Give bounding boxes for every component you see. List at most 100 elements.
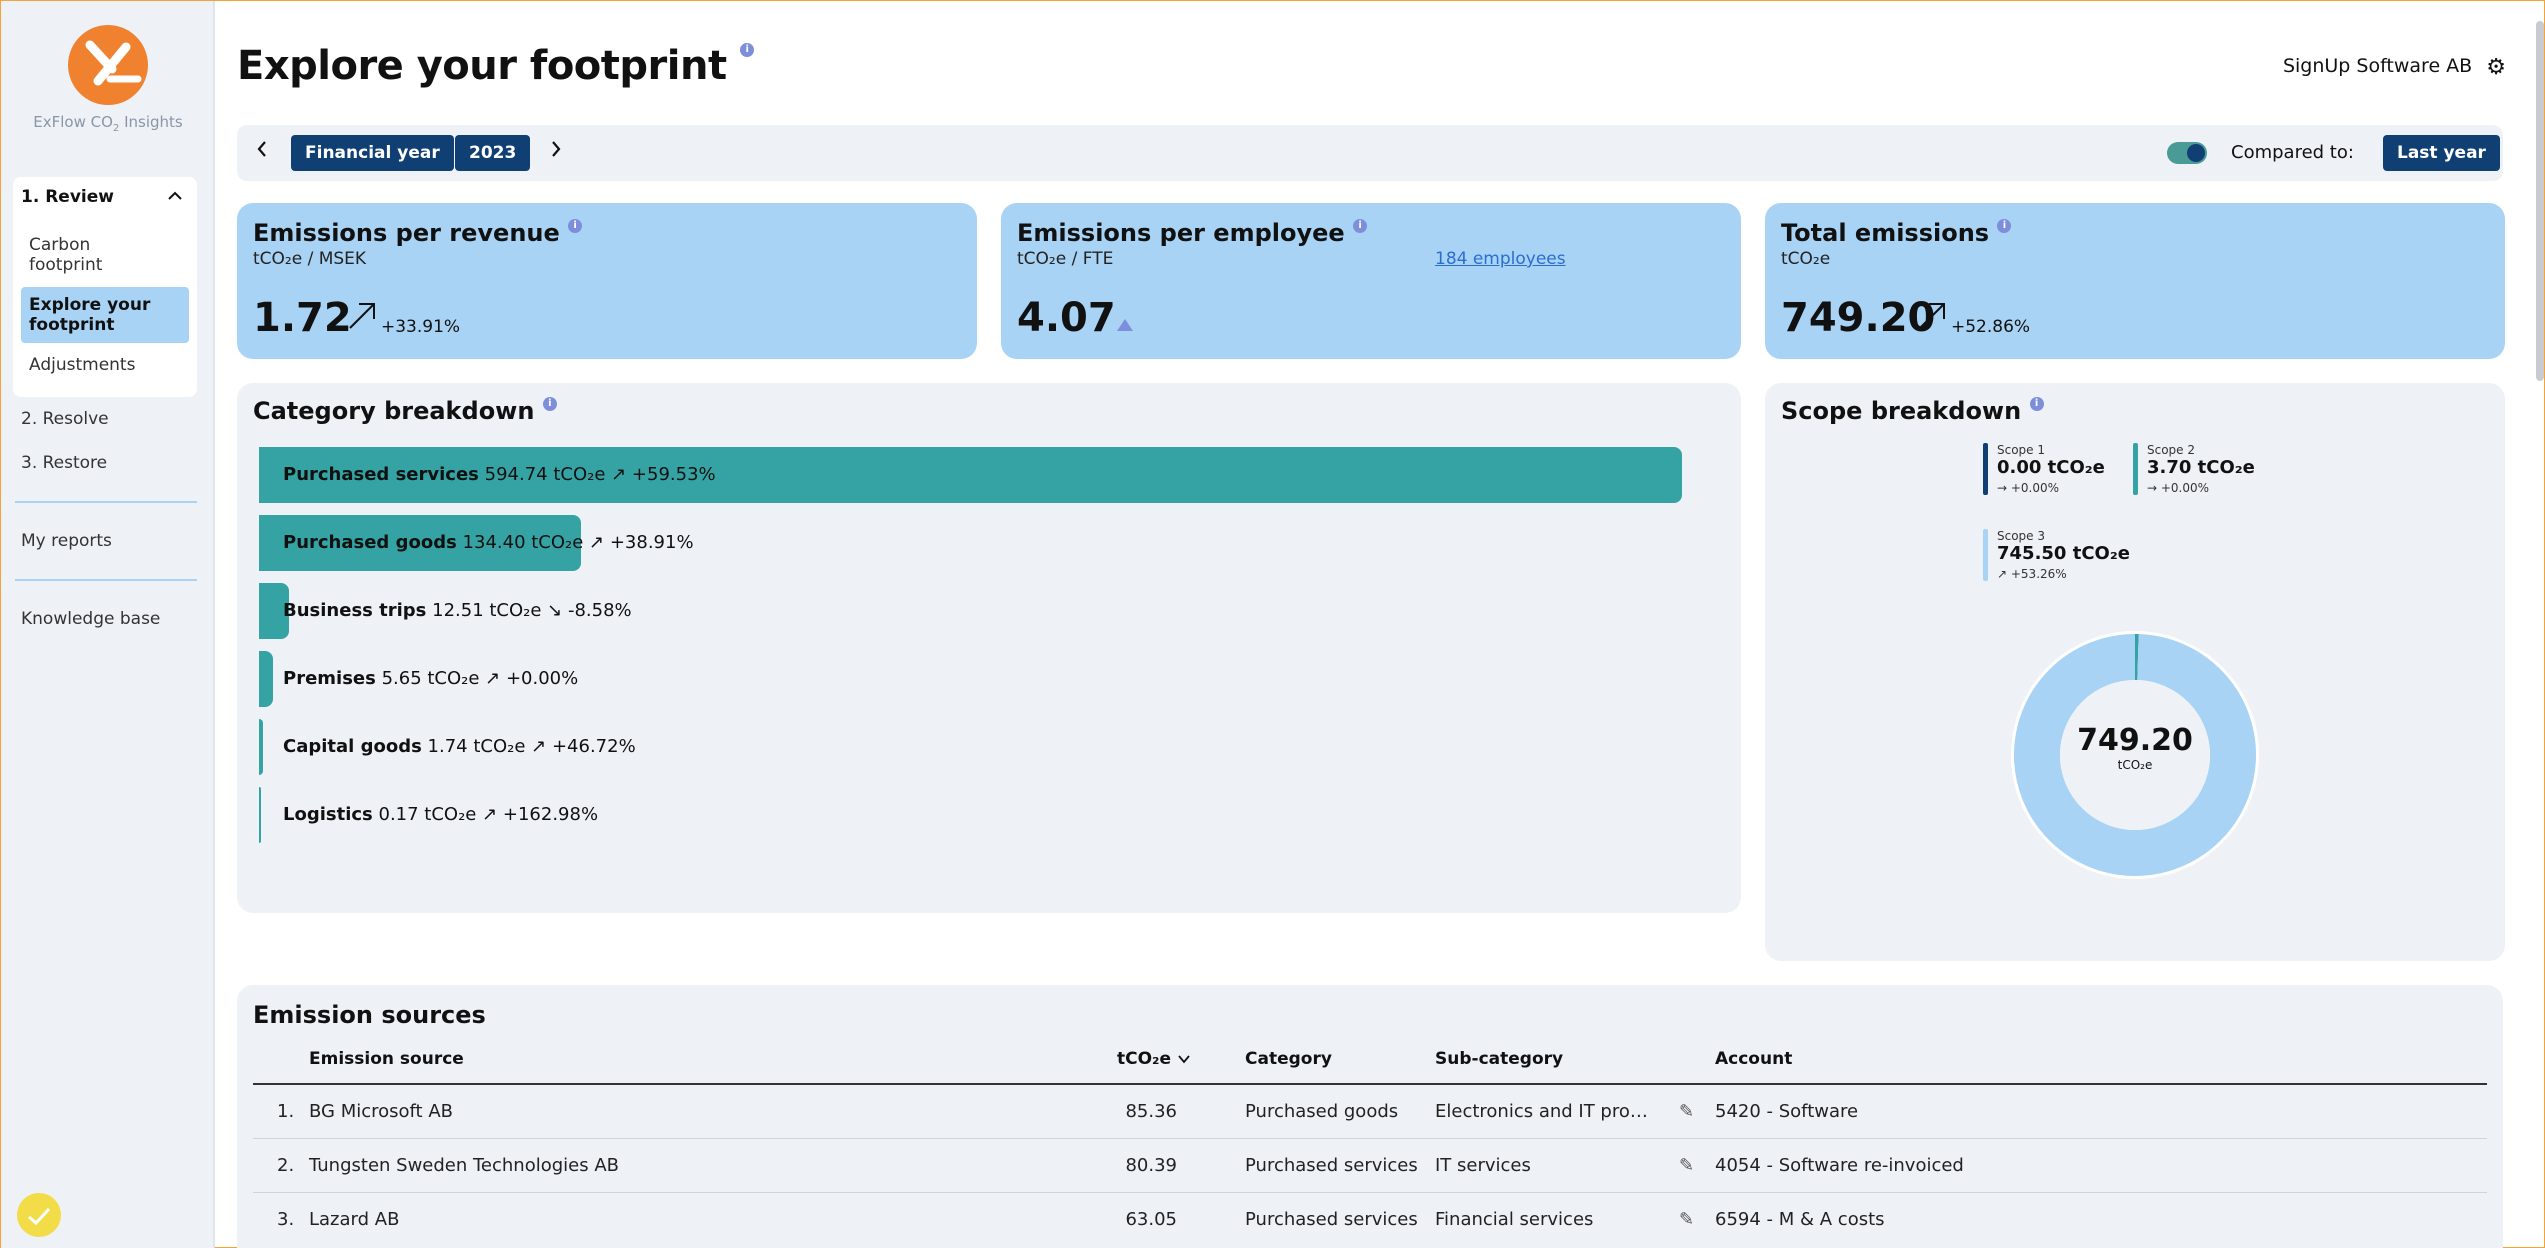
info-icon[interactable]: i (568, 219, 583, 233)
row-number: 1. (277, 1101, 295, 1122)
edit-pencil-icon[interactable]: ✎ (1679, 1155, 1694, 1176)
cell-account: 4054 - Software re-invoiced (1715, 1155, 1964, 1176)
kpi-change: +33.91% (381, 317, 461, 337)
employees-link[interactable]: 184 employees (1435, 249, 1566, 269)
kpi-change: +52.86% (1951, 317, 2031, 337)
edit-pencil-icon[interactable]: ✎ (1679, 1101, 1694, 1122)
cell-value: 85.36 (1125, 1101, 1177, 1122)
category-bar-row[interactable]: Business trips 12.51 tCO₂e ↘ -8.58% (259, 583, 1695, 639)
cell-category: Purchased services (1245, 1209, 1418, 1230)
category-bar-label: Premises 5.65 tCO₂e ↗ +0.00% (283, 668, 579, 689)
kpi-value: 4.07 (1017, 295, 1116, 341)
kpi-value: 1.72 (253, 295, 352, 341)
scope-breakdown-panel: Scope breakdown i Scope 1 0.00 tCO₂e → +0.… (1765, 383, 2505, 961)
category-bar-row[interactable]: Premises 5.65 tCO₂e ↗ +0.00% (259, 651, 1695, 707)
column-header-category[interactable]: Category (1245, 1049, 1332, 1069)
cell-subcategory: IT services (1435, 1155, 1531, 1176)
donut-center-total: 749.20 tCO₂e (2035, 723, 2235, 772)
cell-account: 6594 - M & A costs (1715, 1209, 1885, 1230)
company-name: SignUp Software AB (2282, 55, 2473, 77)
nav-item-carbon-footprint[interactable]: Carbon footprint (29, 235, 149, 275)
category-bar-row[interactable]: Logistics 0.17 tCO₂e ↗ +162.98% (259, 787, 1695, 843)
gear-icon[interactable]: ⚙ (2486, 55, 2506, 80)
category-bar-label: Purchased services 594.74 tCO₂e ↗ +59.53… (283, 464, 716, 485)
column-header-account[interactable]: Account (1715, 1049, 1792, 1069)
kpi-title: Emissions per revenue (253, 219, 560, 247)
row-number: 3. (277, 1209, 295, 1230)
trend-up-icon (347, 299, 379, 340)
row-number: 2. (277, 1155, 295, 1176)
category-bar[interactable] (259, 719, 264, 775)
nav-review-header[interactable]: 1. Review (21, 187, 114, 207)
kpi-title: Total emissions (1781, 219, 1990, 247)
company-selector[interactable]: SignUp Software AB ⚙ (2283, 55, 2506, 80)
column-header-tco2e[interactable]: tCO₂e (1117, 1049, 1191, 1069)
period-filter-bar: Financial year 2023 Compared to: Last ye… (237, 125, 2503, 181)
category-bar-row[interactable]: Purchased goods 134.40 tCO₂e ↗ +38.91% (259, 515, 1695, 571)
nav-item-my-reports[interactable]: My reports (21, 531, 112, 551)
category-bar-label: Capital goods 1.74 tCO₂e ↗ +46.72% (283, 736, 636, 757)
category-bar-label: Purchased goods 134.40 tCO₂e ↗ +38.91% (283, 532, 694, 553)
category-bar-label: Business trips 12.51 tCO₂e ↘ -8.58% (283, 600, 632, 621)
app-name: ExFlow CO2 Insights (33, 113, 183, 134)
kpi-emissions-per-employee: Emissions per employee i tCO₂e / FTE 184… (1001, 203, 1741, 359)
table-title: Emission sources (253, 1001, 486, 1029)
category-breakdown-panel: Category breakdown i Purchased services … (237, 383, 1741, 1248)
kpi-total-emissions: Total emissions i tCO₂e 749.20 +52.86% (1765, 203, 2505, 359)
table-header-divider (253, 1083, 2487, 1085)
category-bar-row[interactable]: Capital goods 1.74 tCO₂e ↗ +46.72% (259, 719, 1695, 775)
sidebar-divider (15, 501, 197, 503)
category-bar-label: Logistics 0.17 tCO₂e ↗ +162.98% (283, 804, 599, 825)
row-divider (253, 1192, 2487, 1193)
cell-category: Purchased goods (1245, 1101, 1399, 1122)
kpi-title: Emissions per employee (1017, 219, 1345, 247)
page-title: Explore your footprint i (237, 43, 755, 89)
category-bar[interactable] (259, 787, 261, 843)
info-icon[interactable]: i (542, 397, 557, 411)
sort-chevron-down-icon[interactable] (1177, 1049, 1191, 1069)
kpi-unit: tCO₂e (1781, 249, 1831, 269)
kpi-emissions-per-revenue: Emissions per revenue i tCO₂e / MSEK 1.7… (237, 203, 977, 359)
info-icon[interactable]: i (740, 43, 755, 57)
donut-total-unit: tCO₂e (2117, 758, 2153, 772)
exflow-logo-icon (68, 25, 148, 105)
info-icon[interactable]: i (2029, 397, 2044, 411)
chevron-left-icon[interactable] (255, 139, 269, 165)
year-button[interactable]: 2023 (455, 135, 531, 171)
category-bar[interactable] (259, 651, 273, 707)
scrollbar[interactable] (2536, 21, 2544, 381)
cell-subcategory: Financial services (1435, 1209, 1594, 1230)
info-icon[interactable]: i (1353, 219, 1368, 233)
assistant-icon[interactable] (17, 1193, 61, 1237)
chevron-right-icon[interactable] (549, 139, 563, 165)
compare-toggle[interactable] (2167, 142, 2207, 164)
nav-item-knowledge-base[interactable]: Knowledge base (21, 609, 160, 629)
cell-value: 63.05 (1125, 1209, 1177, 1230)
cell-account: 5420 - Software (1715, 1101, 1859, 1122)
nav-item-explore-footprint[interactable]: Explore your footprint (21, 287, 189, 343)
row-divider (253, 1138, 2487, 1139)
cell-source: Lazard AB (309, 1209, 400, 1230)
period-type-button[interactable]: Financial year (291, 135, 454, 171)
app-logo[interactable]: ExFlow CO2 Insights (1, 25, 215, 134)
chevron-up-icon[interactable] (167, 187, 183, 206)
kpi-unit: tCO₂e / FTE (1017, 249, 1114, 269)
compared-to-button[interactable]: Last year (2383, 135, 2500, 171)
warning-triangle-icon (1117, 319, 1133, 331)
sidebar-divider (15, 579, 197, 581)
trend-up-icon (1917, 299, 1949, 340)
nav-group-review: 1. Review Carbon footprint Explore your … (13, 177, 197, 397)
kpi-value: 749.20 (1781, 295, 1936, 341)
nav-item-resolve[interactable]: 2. Resolve (21, 409, 109, 429)
nav-item-restore[interactable]: 3. Restore (21, 453, 107, 473)
info-icon[interactable]: i (1997, 219, 2012, 233)
main-content: Explore your footprint i SignUp Software… (215, 1, 2545, 1248)
column-header-source[interactable]: Emission source (309, 1049, 464, 1069)
nav-item-adjustments[interactable]: Adjustments (29, 355, 135, 375)
column-header-subcategory[interactable]: Sub-category (1435, 1049, 1563, 1069)
cell-subcategory: Electronics and IT pro… (1435, 1101, 1648, 1122)
cell-source: BG Microsoft AB (309, 1101, 453, 1122)
edit-pencil-icon[interactable]: ✎ (1679, 1209, 1694, 1230)
category-bar-row[interactable]: Purchased services 594.74 tCO₂e ↗ +59.53… (259, 447, 1695, 503)
sidebar: ExFlow CO2 Insights 1. Review Carbon foo… (1, 1, 215, 1248)
